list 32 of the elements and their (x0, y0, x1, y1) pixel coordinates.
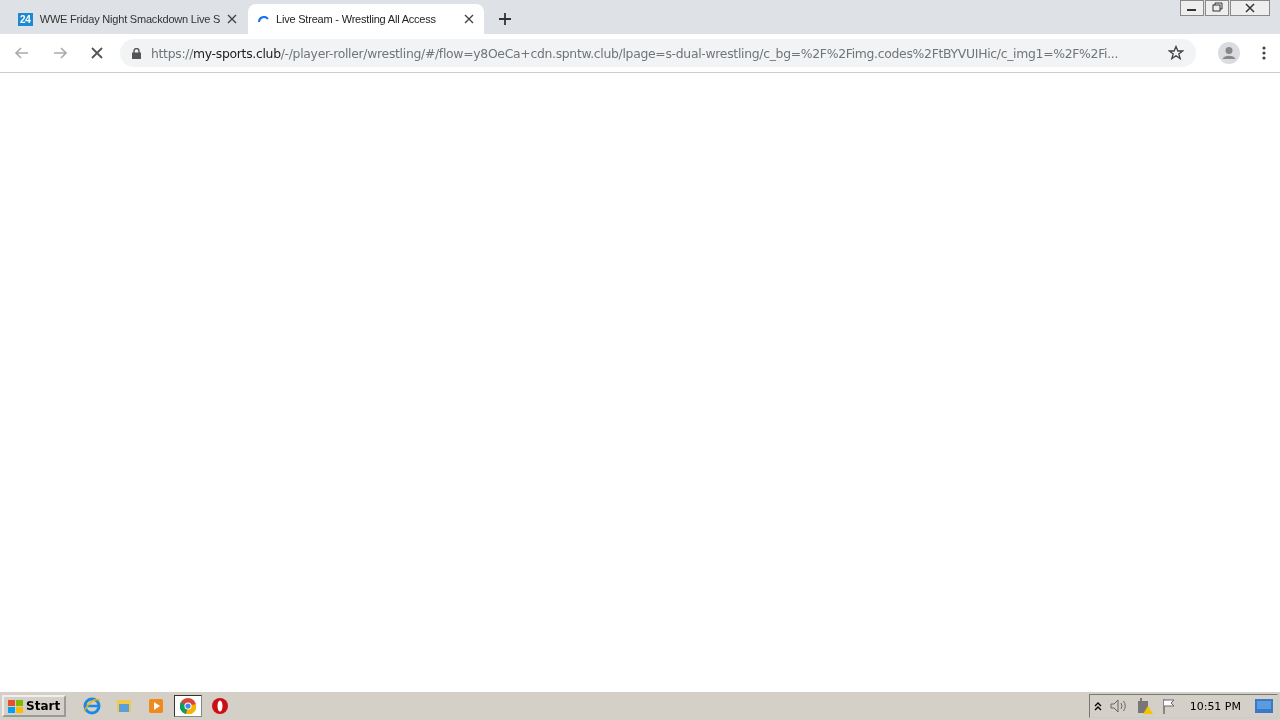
browser-tab[interactable]: Live Stream - Wrestling All Access (248, 4, 484, 34)
restore-icon[interactable] (1205, 0, 1229, 16)
tab-title: WWE Friday Night Smackdown Live S (39, 13, 221, 25)
network-warning-icon[interactable] (1135, 698, 1154, 714)
address-bar[interactable]: https://my-sports.club/-/player-roller/wrestling/#/flow=y8OeCa+cdn.spntw.club/lpage=s-dual-wrestling/c_bg=%2F%2Fimg.codes%2FtBYVUIHic/c_img1=%2F%2Fi... (120, 39, 1196, 67)
new-tab-icon[interactable] (498, 12, 512, 26)
lock-icon (132, 47, 141, 59)
show-hidden-icons-icon[interactable] (1093, 701, 1102, 711)
folder-icon (117, 700, 132, 712)
star-icon[interactable] (1168, 45, 1184, 61)
browser-tab[interactable]: 24 WWE Friday Night Smackdown Live S (8, 4, 244, 34)
windows-logo-icon (8, 699, 23, 713)
avatar-icon[interactable] (1218, 42, 1240, 64)
media-player-icon (149, 699, 164, 713)
tab-title: Live Stream - Wrestling All Access (276, 13, 437, 25)
menu-icon[interactable] (1262, 46, 1266, 60)
url-text: https://my-sports.club/-/player-roller/wrestling/#/flow=y8OeCa+cdn.spntw.club/lpage=s-dual-wrestling/c_bg=%2F%2Fimg.codes%2FtBYVUIHic/c_img1=%2F%2Fi... (151, 45, 1120, 61)
browser-icon (83, 697, 102, 715)
loading-spinner-icon (258, 16, 269, 22)
speaker-icon[interactable] (1109, 699, 1128, 713)
minimize-icon[interactable] (1180, 0, 1204, 16)
close-icon[interactable] (227, 14, 238, 24)
flag-icon[interactable] (1161, 698, 1176, 714)
close-icon[interactable] (1230, 0, 1270, 16)
close-icon[interactable] (464, 14, 474, 24)
stop-icon[interactable] (90, 46, 104, 60)
taskbar-app[interactable] (174, 695, 203, 717)
clock-text: 10:51 PM (1189, 699, 1241, 713)
opera-icon (212, 698, 229, 714)
chrome-icon (180, 698, 197, 714)
start-button[interactable]: Start (2, 695, 67, 717)
site-favicon: 24 (18, 12, 33, 26)
